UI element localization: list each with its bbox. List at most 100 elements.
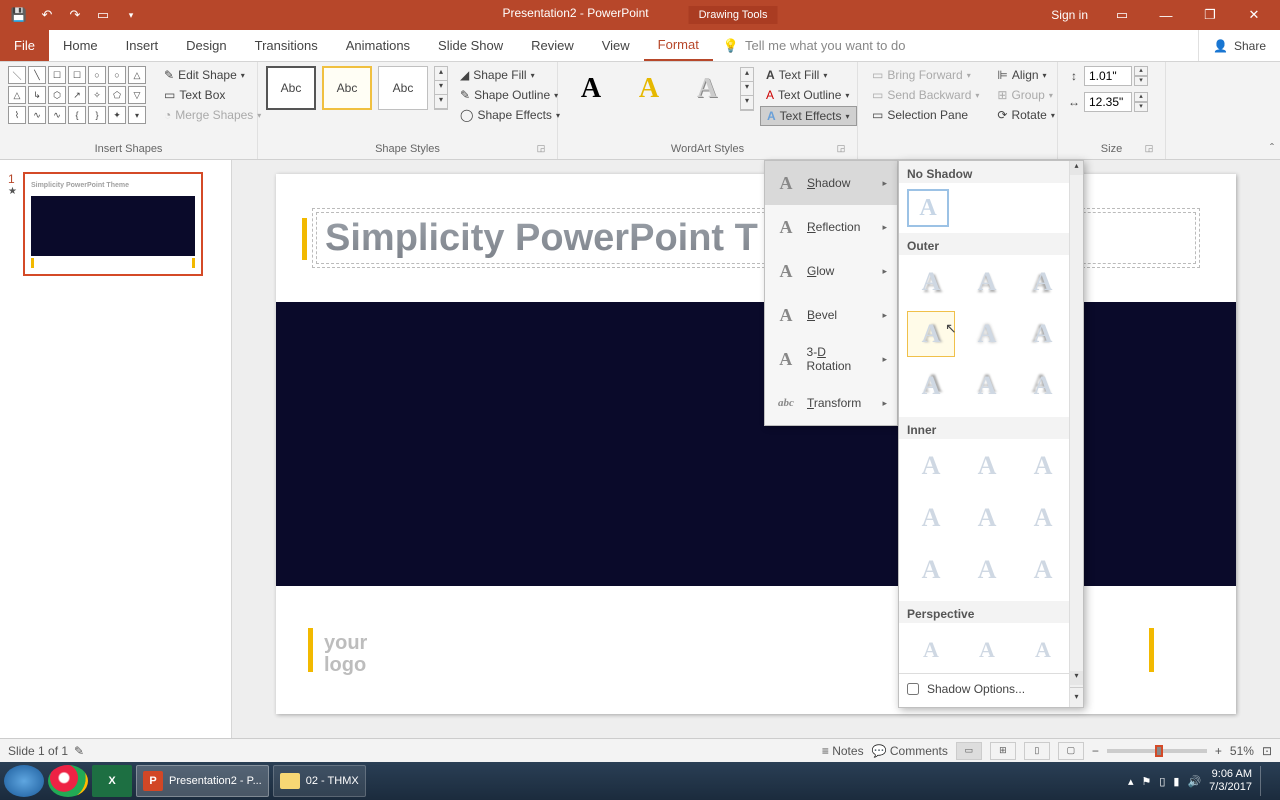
shadow-outer-swatch[interactable]: A xyxy=(1019,363,1067,409)
shape-fill-button[interactable]: ◢ Shape Fill ▾ xyxy=(454,66,566,84)
zoom-slider[interactable] xyxy=(1107,749,1207,753)
tab-review[interactable]: Review xyxy=(517,30,588,61)
shadow-inner-swatch[interactable]: A xyxy=(963,547,1011,593)
height-spinner[interactable]: ↕▴▾ xyxy=(1066,66,1148,86)
redo-icon[interactable]: ↷ xyxy=(64,4,86,26)
menu-glow[interactable]: AGlow▸ xyxy=(765,249,897,293)
reading-view-button[interactable]: ▯ xyxy=(1024,742,1050,760)
shape-style-gallery[interactable]: Abc Abc Abc ▴▾▾ xyxy=(266,66,448,110)
tray-action-center-icon[interactable]: ⚑ xyxy=(1141,775,1151,788)
menu-shadow[interactable]: AShadow▸ xyxy=(765,161,897,205)
notes-button[interactable]: ≡ Notes xyxy=(822,744,864,758)
excel-taskbar-icon[interactable]: X xyxy=(92,765,132,797)
align-button[interactable]: ⊫ Align ▾ xyxy=(991,66,1060,84)
wordart-style-gallery[interactable]: A A A ▴▾▾ xyxy=(566,66,754,112)
shadow-outer-swatch[interactable]: A xyxy=(1019,259,1067,305)
text-box-button[interactable]: ▭ Text Box xyxy=(158,86,267,104)
tab-transitions[interactable]: Transitions xyxy=(241,30,332,61)
tray-network-icon[interactable]: ▯ xyxy=(1159,775,1165,788)
text-effects-button[interactable]: A Text Effects ▾ xyxy=(760,106,857,126)
shadow-outer-swatch[interactable]: A xyxy=(907,363,955,409)
zoom-level[interactable]: 51% xyxy=(1230,744,1254,758)
shadow-perspective-swatch[interactable]: A xyxy=(963,627,1011,673)
shape-outline-button[interactable]: ✎ Shape Outline ▾ xyxy=(454,86,566,104)
shadow-outer-swatch[interactable]: A xyxy=(1019,311,1067,357)
zoom-out-button[interactable]: − xyxy=(1092,744,1099,758)
shadow-none-swatch[interactable]: A xyxy=(907,189,949,227)
tab-view[interactable]: View xyxy=(588,30,644,61)
tab-insert[interactable]: Insert xyxy=(112,30,173,61)
tab-slideshow[interactable]: Slide Show xyxy=(424,30,517,61)
slide-canvas[interactable]: Simplicity PowerPoint T yourlogo xyxy=(276,174,1236,714)
fit-to-window-button[interactable]: ⊡ xyxy=(1262,744,1272,758)
shadow-outer-swatch[interactable]: A xyxy=(963,363,1011,409)
tab-home[interactable]: Home xyxy=(49,30,112,61)
shape-gallery[interactable]: ＼╲☐☐○○△ △↳⬡↗✧⬠▽ ⌇∿∿{}✦▾ xyxy=(8,66,146,124)
shadow-inner-swatch[interactable]: A xyxy=(1019,443,1067,489)
share-button[interactable]: 👤 Share xyxy=(1198,30,1280,61)
tab-file[interactable]: File xyxy=(0,30,49,61)
tab-format[interactable]: Format xyxy=(644,30,713,61)
menu-3d-rotation[interactable]: A3-D Rotation▸ xyxy=(765,337,897,381)
rotate-button[interactable]: ⟳ Rotate ▾ xyxy=(991,106,1060,124)
maximize-icon[interactable]: ❐ xyxy=(1190,1,1230,29)
sign-in-link[interactable]: Sign in xyxy=(1041,8,1098,22)
close-icon[interactable]: ✕ xyxy=(1234,1,1274,29)
collapse-ribbon-icon[interactable]: ˆ xyxy=(1270,141,1274,155)
powerpoint-task-button[interactable]: PPresentation2 - P... xyxy=(136,765,269,797)
shadow-options-button[interactable]: Shadow Options... xyxy=(899,673,1069,704)
shadow-outer-swatch[interactable]: A xyxy=(963,311,1011,357)
wordart-styles-launcher-icon[interactable]: ◲ xyxy=(835,143,847,155)
edit-shape-button[interactable]: ✎ Edit Shape ▾ xyxy=(158,66,267,84)
size-launcher-icon[interactable]: ◲ xyxy=(1143,143,1155,155)
save-icon[interactable]: 💾 xyxy=(8,4,30,26)
selection-pane-button[interactable]: ▭ Selection Pane xyxy=(866,106,985,124)
minimize-icon[interactable]: — xyxy=(1146,1,1186,29)
tab-animations[interactable]: Animations xyxy=(332,30,424,61)
shadow-inner-swatch[interactable]: A xyxy=(1019,547,1067,593)
shadow-inner-swatch[interactable]: A xyxy=(907,547,955,593)
chrome-taskbar-icon[interactable] xyxy=(48,765,88,797)
text-outline-button[interactable]: A Text Outline ▾ xyxy=(760,86,857,104)
menu-reflection[interactable]: AReflection▸ xyxy=(765,205,897,249)
group-button[interactable]: ⊞ Group ▾ xyxy=(991,86,1060,104)
shadow-inner-swatch[interactable]: A xyxy=(1019,495,1067,541)
shadow-perspective-swatch[interactable]: A xyxy=(907,627,955,673)
explorer-task-button[interactable]: 02 - THMX xyxy=(273,765,366,797)
start-from-beginning-icon[interactable]: ▭ xyxy=(92,4,114,26)
shadow-outer-swatch[interactable]: A xyxy=(907,259,955,305)
sorter-view-button[interactable]: ⊞ xyxy=(990,742,1016,760)
slide-counter[interactable]: Slide 1 of 1 xyxy=(8,744,68,758)
text-fill-button[interactable]: A Text Fill ▾ xyxy=(760,66,857,84)
shadow-perspective-swatch[interactable]: A xyxy=(1019,627,1067,673)
tray-show-hidden-icon[interactable]: ▴ xyxy=(1128,775,1134,788)
qat-customize-icon[interactable]: ▾ xyxy=(120,4,142,26)
comments-button[interactable]: 💬 Comments xyxy=(872,744,948,758)
tab-design[interactable]: Design xyxy=(172,30,240,61)
title-text[interactable]: Simplicity PowerPoint T xyxy=(325,217,758,260)
menu-bevel[interactable]: ABevel▸ xyxy=(765,293,897,337)
ribbon-display-options-icon[interactable]: ▭ xyxy=(1102,1,1142,29)
start-button[interactable] xyxy=(4,765,44,797)
bring-forward-button[interactable]: ▭ Bring Forward ▾ xyxy=(866,66,985,84)
gallery-scrollbar[interactable]: ▴ ▾ ▾ xyxy=(1069,161,1083,707)
shadow-inner-swatch[interactable]: A xyxy=(963,443,1011,489)
shadow-inner-swatch[interactable]: A xyxy=(963,495,1011,541)
shape-effects-button[interactable]: ◯ Shape Effects ▾ xyxy=(454,106,566,124)
menu-transform[interactable]: abcTransform▸ xyxy=(765,381,897,425)
zoom-in-button[interactable]: + xyxy=(1215,744,1222,758)
shape-styles-launcher-icon[interactable]: ◲ xyxy=(535,143,547,155)
shadow-inner-swatch[interactable]: A xyxy=(907,495,955,541)
slide-editor[interactable]: Simplicity PowerPoint T yourlogo xyxy=(232,160,1280,762)
tray-battery-icon[interactable]: ▮ xyxy=(1173,775,1179,788)
shadow-outer-swatch[interactable]: A xyxy=(963,259,1011,305)
normal-view-button[interactable]: ▭ xyxy=(956,742,982,760)
system-clock[interactable]: 9:06 AM7/3/2017 xyxy=(1209,768,1252,794)
slide-thumbnail-pane[interactable]: 1 ★ Simplicity PowerPoint Theme xyxy=(0,160,232,762)
show-desktop-button[interactable] xyxy=(1260,766,1268,796)
shadow-inner-swatch[interactable]: A xyxy=(907,443,955,489)
send-backward-button[interactable]: ▭ Send Backward ▾ xyxy=(866,86,985,104)
undo-icon[interactable]: ↶ xyxy=(36,4,58,26)
width-spinner[interactable]: ↔▴▾ xyxy=(1066,92,1148,112)
tray-volume-icon[interactable]: 🔊 xyxy=(1187,775,1201,788)
